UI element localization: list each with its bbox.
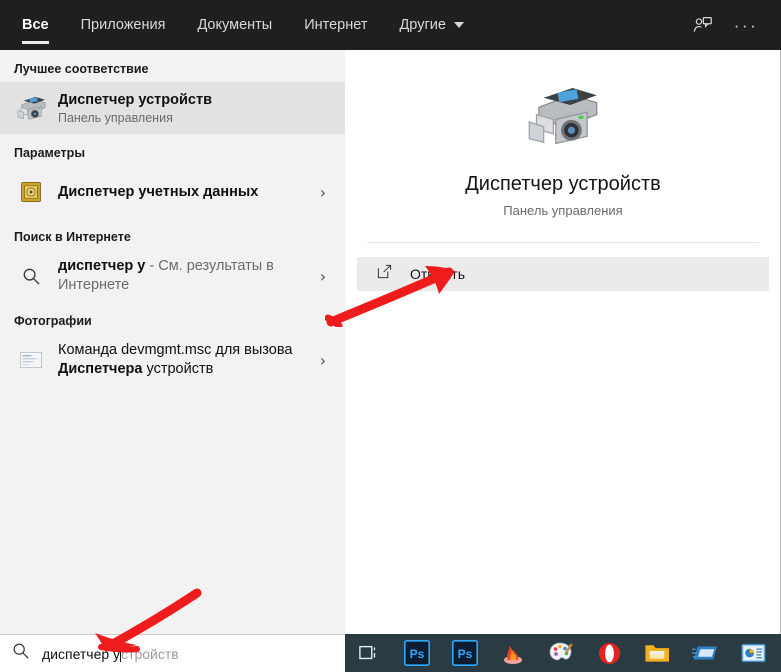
open-button-label: Открыть — [410, 266, 465, 282]
result-text: Диспетчер устройств Панель управления — [58, 91, 333, 126]
section-heading-settings: Параметры — [14, 146, 85, 160]
tab-apps[interactable]: Приложения — [65, 0, 182, 50]
result-query-text: диспетчер у — [58, 258, 146, 275]
result-subtitle: Панель управления — [58, 111, 173, 126]
chevron-down-icon — [453, 22, 464, 28]
result-title: диспетчер у - См. результаты в Интернете — [58, 257, 313, 295]
result-title: Диспетчер устройств — [58, 91, 212, 108]
ellipsis-icon[interactable]: ··· — [727, 6, 765, 44]
section-heading-best-match: Лучшее соответствие — [14, 62, 149, 76]
result-item-credential-manager[interactable]: Диспетчер учетных данных › — [0, 166, 345, 218]
result-title-suffix: устройств — [142, 361, 214, 377]
tab-more-label: Другие — [399, 17, 446, 33]
section-heading-web-search: Поиск в Интернете — [14, 230, 131, 244]
photo-thumbnail-icon — [14, 343, 48, 377]
tab-all[interactable]: Все — [0, 0, 65, 50]
result-item-device-manager[interactable]: Диспетчер устройств Панель управления — [0, 82, 345, 134]
result-title-highlight: Диспетчера — [58, 361, 143, 377]
search-suggestion-text: стройств — [121, 645, 179, 662]
chevron-right-icon[interactable]: › — [313, 267, 333, 286]
open-button[interactable]: Открыть — [357, 257, 769, 291]
device-manager-icon — [14, 91, 48, 125]
search-typed-text: диспетчер у — [42, 645, 121, 662]
taskbar-search-box[interactable]: диспетчер у стройств — [0, 634, 345, 672]
preview-title: Диспетчер устройств — [465, 173, 661, 195]
result-title: Диспетчер учетных данных — [58, 183, 259, 200]
device-manager-large-icon — [345, 76, 781, 163]
mail-icon[interactable] — [681, 634, 729, 672]
result-title: Команда devmgmt.msc для вызова Диспетчер… — [58, 341, 313, 379]
filter-tabs: Все Приложения Документы Интернет Другие — [0, 0, 480, 50]
svg-text:Ps: Ps — [410, 647, 425, 661]
result-item-web-search[interactable]: диспетчер у - См. результаты в Интернете… — [0, 250, 345, 302]
chevron-right-icon[interactable]: › — [313, 351, 333, 370]
result-item-photo-devmgmt[interactable]: Команда devmgmt.msc для вызова Диспетчер… — [0, 334, 345, 386]
tab-web[interactable]: Интернет — [288, 0, 383, 50]
result-text: диспетчер у - См. результаты в Интернете — [58, 257, 313, 295]
preview-pane: Диспетчер устройств Панель управления От… — [345, 50, 781, 634]
tab-active-underline — [22, 41, 49, 44]
section-heading-photos: Фотографии — [14, 314, 92, 328]
tab-more[interactable]: Другие — [383, 0, 479, 50]
tab-all-label: Все — [22, 17, 49, 33]
photoshop-icon[interactable]: Ps — [393, 634, 441, 672]
preview-subtitle: Панель управления — [503, 203, 623, 218]
tab-web-label: Интернет — [304, 17, 368, 33]
search-input[interactable]: диспетчер у стройств — [42, 645, 179, 662]
file-explorer-icon[interactable] — [633, 634, 681, 672]
tab-apps-label: Приложения — [80, 17, 166, 33]
result-text: Команда devmgmt.msc для вызова Диспетчер… — [58, 341, 313, 379]
search-header: Все Приложения Документы Интернет Другие — [0, 0, 781, 50]
windows-search-overlay: Все Приложения Документы Интернет Другие — [0, 0, 781, 672]
result-title-prefix: Команда devmgmt.msc для вызова — [58, 342, 293, 359]
open-external-icon — [377, 264, 392, 284]
svg-text:Ps: Ps — [458, 647, 473, 661]
paint-icon[interactable] — [537, 634, 585, 672]
opera-icon[interactable] — [585, 634, 633, 672]
photoshop-icon[interactable]: Ps — [441, 634, 489, 672]
task-view-icon[interactable] — [345, 634, 393, 672]
tab-documents[interactable]: Документы — [181, 0, 288, 50]
result-text: Диспетчер учетных данных — [58, 183, 313, 202]
credential-vault-icon — [14, 175, 48, 209]
tab-documents-label: Документы — [197, 17, 273, 33]
search-icon — [12, 642, 30, 665]
preview-card: Диспетчер устройств Панель управления — [345, 50, 781, 218]
person-feedback-icon[interactable] — [683, 6, 721, 44]
search-icon — [14, 259, 48, 293]
ellipsis-glyph: ··· — [733, 15, 759, 35]
preview-divider — [367, 242, 759, 243]
burn-app-icon[interactable] — [489, 634, 537, 672]
chevron-right-icon[interactable]: › — [313, 183, 333, 202]
presentation-icon[interactable] — [729, 634, 777, 672]
header-actions: ··· — [683, 0, 781, 50]
results-list: Лучшее соответствие Диспетчер устройств … — [0, 50, 345, 634]
taskbar-icons: Ps Ps — [345, 634, 777, 672]
